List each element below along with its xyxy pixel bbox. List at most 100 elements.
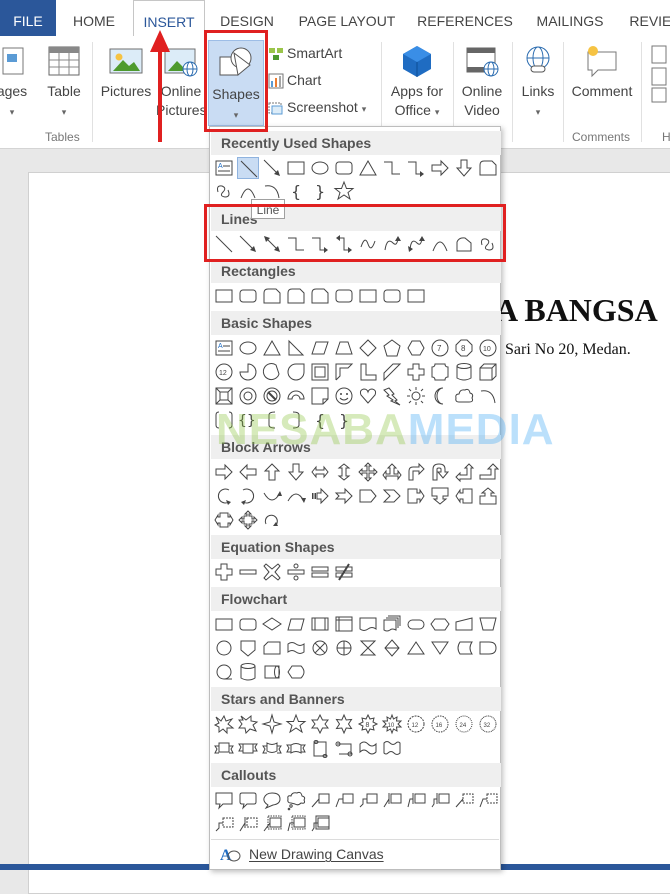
block-shape-lupaarrow[interactable] bbox=[453, 461, 475, 483]
recent-shape-rrect[interactable] bbox=[333, 157, 355, 179]
rect-shape-rrect[interactable] bbox=[333, 285, 355, 307]
rect-shape-rrect[interactable] bbox=[381, 285, 403, 307]
basic-shape-cloud[interactable] bbox=[453, 385, 475, 407]
block-shape-uarrow[interactable] bbox=[261, 461, 283, 483]
rect-shape-rect[interactable] bbox=[213, 285, 235, 307]
basic-shape-fold[interactable] bbox=[309, 385, 331, 407]
basic-shape-lshape[interactable] bbox=[357, 361, 379, 383]
stars-shape-vscroll[interactable] bbox=[309, 737, 331, 759]
flowchart-shape-fcdirect[interactable] bbox=[261, 661, 283, 683]
callouts-shape-crrect[interactable] bbox=[237, 789, 259, 811]
callouts-shape-ccloud[interactable] bbox=[285, 789, 307, 811]
block-shape-udarrow[interactable] bbox=[333, 461, 355, 483]
recent-shape-textbox[interactable]: A bbox=[213, 157, 235, 179]
basic-shape-diagstripe[interactable] bbox=[381, 361, 403, 383]
callouts-shape-cline1[interactable] bbox=[309, 789, 331, 811]
flowchart-shape-fcseq[interactable] bbox=[213, 661, 235, 683]
basic-shape-plus[interactable] bbox=[405, 361, 427, 383]
block-shape-curvedup[interactable] bbox=[261, 485, 283, 507]
stars-shape-star32[interactable]: 32 bbox=[477, 713, 499, 735]
recent-shape-darrowblk[interactable] bbox=[453, 157, 475, 179]
rect-shape-rect[interactable] bbox=[405, 285, 427, 307]
tab-file[interactable]: FILE bbox=[0, 0, 56, 36]
block-shape-lcallout[interactable] bbox=[453, 485, 475, 507]
basic-shape-arcline[interactable] bbox=[477, 385, 499, 407]
recent-shape-arrow[interactable] bbox=[261, 157, 283, 179]
flowchart-shape-fcmerge[interactable] bbox=[429, 637, 451, 659]
flowchart-shape-fcdoc[interactable] bbox=[357, 613, 379, 635]
flowchart-shape-fcsort[interactable] bbox=[381, 637, 403, 659]
basic-shape-frame[interactable] bbox=[309, 361, 331, 383]
block-shape-cwarc[interactable] bbox=[237, 485, 259, 507]
flowchart-shape-fcoffpage[interactable] bbox=[237, 637, 259, 659]
block-shape-stripedarrow[interactable] bbox=[309, 485, 331, 507]
block-shape-quadarrow[interactable] bbox=[357, 461, 379, 483]
stars-shape-exp1[interactable] bbox=[213, 713, 235, 735]
stars-shape-cribbondown[interactable] bbox=[285, 737, 307, 759]
tab-page-layout[interactable]: PAGE LAYOUT bbox=[292, 0, 402, 36]
basic-shape-moon[interactable] bbox=[429, 385, 451, 407]
basic-shape-bevel[interactable] bbox=[213, 385, 235, 407]
basic-shape-hept[interactable]: 7 bbox=[429, 337, 451, 359]
flowchart-shape-fcinternal[interactable] bbox=[333, 613, 355, 635]
block-shape-circarrow[interactable] bbox=[261, 509, 283, 531]
stars-shape-star16[interactable]: 16 bbox=[429, 713, 451, 735]
basic-shape-textbox[interactable]: A bbox=[213, 337, 235, 359]
basic-shape-pie[interactable] bbox=[237, 361, 259, 383]
stars-shape-star12[interactable]: 12 bbox=[405, 713, 427, 735]
basic-shape-nosym[interactable] bbox=[261, 385, 283, 407]
callouts-shape-cacc2[interactable] bbox=[405, 789, 427, 811]
stars-shape-star8[interactable]: 8 bbox=[357, 713, 379, 735]
basic-shape-dec[interactable]: 10 bbox=[477, 337, 499, 359]
recent-shape-star5[interactable] bbox=[333, 180, 355, 202]
basic-shape-sun[interactable] bbox=[405, 385, 427, 407]
stars-shape-wave[interactable] bbox=[357, 737, 379, 759]
flowchart-shape-fcsumjunc[interactable] bbox=[309, 637, 331, 659]
block-shape-pentarrow[interactable] bbox=[357, 485, 379, 507]
apps-for-office-button[interactable]: Apps for Office ▾ bbox=[386, 44, 448, 122]
stars-shape-exp2[interactable] bbox=[237, 713, 259, 735]
basic-shape-pent[interactable] bbox=[381, 337, 403, 359]
flowchart-shape-fcstored[interactable] bbox=[453, 637, 475, 659]
tab-review[interactable]: REVIEW bbox=[622, 0, 670, 36]
basic-shape-halfframe[interactable] bbox=[333, 361, 355, 383]
callouts-shape-crect[interactable] bbox=[213, 789, 235, 811]
basic-shape-chord[interactable] bbox=[261, 361, 283, 383]
rect-shape-rect[interactable] bbox=[357, 285, 379, 307]
callouts-shape-coval[interactable] bbox=[261, 789, 283, 811]
block-shape-rcallout[interactable] bbox=[405, 485, 427, 507]
recent-shape-rarrow[interactable] bbox=[429, 157, 451, 179]
flowchart-shape-fcalt[interactable] bbox=[237, 613, 259, 635]
block-shape-curveddown[interactable] bbox=[285, 485, 307, 507]
recent-shape-rbrace[interactable]: } bbox=[309, 180, 331, 202]
callouts-shape-cline2[interactable] bbox=[333, 789, 355, 811]
recent-shape-line[interactable] bbox=[237, 157, 259, 179]
callouts-shape-cnb2[interactable] bbox=[477, 789, 499, 811]
images-button[interactable]: ages ▾ bbox=[0, 44, 32, 122]
callouts-shape-cbox4[interactable] bbox=[309, 813, 331, 835]
stars-shape-ribbondown[interactable] bbox=[237, 737, 259, 759]
basic-shape-tear[interactable] bbox=[285, 361, 307, 383]
block-shape-chevron[interactable] bbox=[381, 485, 403, 507]
basic-shape-ellipse[interactable] bbox=[237, 337, 259, 359]
recent-shape-tri[interactable] bbox=[357, 157, 379, 179]
rect-shape-snip[interactable] bbox=[309, 285, 331, 307]
block-shape-bentuparrow[interactable] bbox=[477, 461, 499, 483]
block-shape-uturn[interactable] bbox=[429, 461, 451, 483]
block-shape-darrowblk[interactable] bbox=[285, 461, 307, 483]
callouts-shape-cnb3[interactable] bbox=[213, 813, 235, 835]
flowchart-shape-fcmag[interactable] bbox=[237, 661, 259, 683]
basic-shape-para[interactable] bbox=[309, 337, 331, 359]
tab-home[interactable]: HOME bbox=[62, 0, 126, 36]
block-shape-dcallout[interactable] bbox=[429, 485, 451, 507]
table-button[interactable]: Table ▾ bbox=[42, 44, 86, 122]
callouts-shape-cbox1[interactable] bbox=[237, 813, 259, 835]
flowchart-shape-fcdelay[interactable] bbox=[477, 637, 499, 659]
equation-shape-eqplus[interactable] bbox=[213, 561, 235, 583]
callouts-shape-cbox3[interactable] bbox=[285, 813, 307, 835]
header-icon[interactable] bbox=[650, 44, 670, 104]
basic-shape-heart[interactable] bbox=[357, 385, 379, 407]
block-shape-larrow[interactable] bbox=[237, 461, 259, 483]
flowchart-shape-fccard[interactable] bbox=[261, 637, 283, 659]
flowchart-shape-fcor[interactable] bbox=[333, 637, 355, 659]
